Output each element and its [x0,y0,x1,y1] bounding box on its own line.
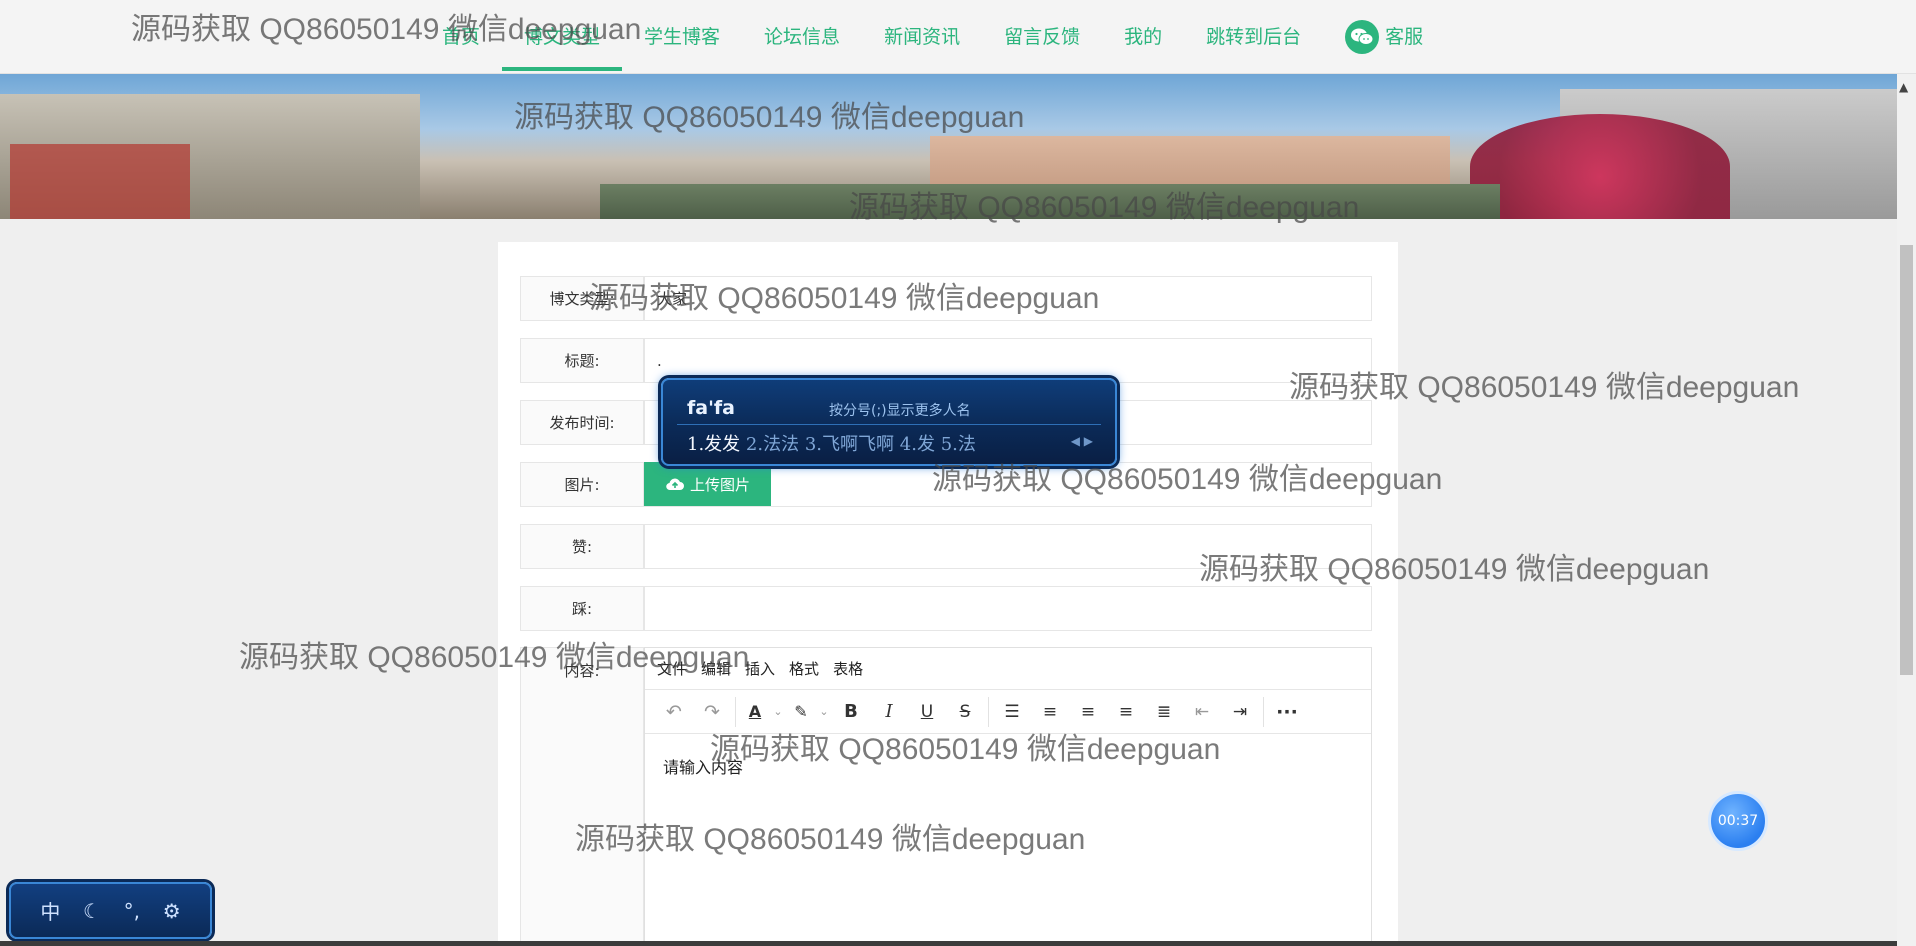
more-icon[interactable]: ··· [1268,690,1306,734]
banner-red-banners [10,144,190,219]
form-row-content: 内容: [520,647,644,946]
ime-candidate-5[interactable]: 5.法 [941,434,976,455]
top-nav: 首页 博文类型 学生博客 论坛信息 新闻资讯 留言反馈 我的 跳转到后台 客服 [0,0,1916,74]
content-editor: 文件 编辑 插入 格式 表格 ↶ ↷ A ⌄ ✎ ⌄ B I U S ☰ ≡ ≡… [644,647,1372,946]
form-row-title: 标题: . [520,338,1372,383]
form-row-dislike: 踩: [520,586,1372,631]
wechat-icon [1345,20,1380,54]
align-right-icon[interactable]: ≡ [1107,690,1145,734]
menu-format[interactable]: 格式 [789,658,819,679]
nav-service-label: 客服 [1385,26,1424,48]
nav-item-student-blog[interactable]: 学生博客 [622,0,742,74]
chevron-down-icon[interactable]: ⌄ [816,690,832,734]
dislike-input[interactable] [644,586,1372,631]
banner-red-tree [1470,114,1730,219]
menu-table[interactable]: 表格 [833,658,863,679]
ime-status-bar: 中 ☾ °, ⚙ [9,882,212,939]
type-label: 博文类型: [520,276,644,321]
content-label: 内容: [520,647,644,946]
editor-menubar: 文件 编辑 插入 格式 表格 [645,648,1371,690]
nav-item-home[interactable]: 首页 [420,0,502,74]
align-justify-icon[interactable]: ≣ [1145,690,1183,734]
strikethrough-icon[interactable]: S [946,690,984,734]
editor-toolbar: ↶ ↷ A ⌄ ✎ ⌄ B I U S ☰ ≡ ≡ ≡ ≣ ⇤ ⇥ ··· [645,690,1371,734]
like-input[interactable] [644,524,1372,569]
nav-item-feedback[interactable]: 留言反馈 [982,0,1102,74]
like-label: 赞: [520,524,644,569]
underline-icon[interactable]: U [908,690,946,734]
time-label: 发布时间: [520,400,644,445]
campus-banner [0,74,1897,219]
scroll-up-arrow-icon[interactable]: ▲ [1899,80,1908,94]
blog-form: 博文类型: 大家 标题: . 发布时间: 图片: 上传图片 赞: 踩: 内容: … [498,242,1398,946]
align-left-icon[interactable]: ≡ [1031,690,1069,734]
ime-candidate-1[interactable]: 1.发发 [687,434,740,455]
menu-file[interactable]: 文件 [657,658,687,679]
ime-hint: 按分号(;)显示更多人名 [829,403,971,419]
nav-item-blog-type[interactable]: 博文类型 [502,0,623,74]
form-row-type: 博文类型: 大家 [520,276,1372,321]
nav-item-news[interactable]: 新闻资讯 [862,0,982,74]
ime-candidate-list: 1.发发 2.法法 3.飞啊飞啊 4.发 5.法 [687,430,976,456]
dislike-label: 踩: [520,586,644,631]
nav-menu: 首页 博文类型 学生博客 论坛信息 新闻资讯 留言反馈 我的 跳转到后台 客服 [420,0,1445,74]
undo-icon[interactable]: ↶ [655,690,693,734]
banner-trees [600,184,1500,219]
scrollbar-thumb[interactable] [1900,245,1913,675]
ime-divider [677,424,1101,425]
chevron-down-icon[interactable]: ⌄ [770,690,786,734]
upload-image-label: 上传图片 [689,475,750,494]
text-color-icon[interactable]: A [740,690,770,734]
editor-content-area[interactable]: 请输入内容 [645,734,1371,798]
gear-icon[interactable]: ⚙ [163,899,181,923]
italic-icon[interactable]: I [870,690,908,734]
ime-lang-toggle[interactable]: 中 [40,896,60,925]
title-label: 标题: [520,338,644,383]
nav-item-mine[interactable]: 我的 [1102,0,1184,74]
toolbar-divider [988,696,989,727]
ime-candidate-2[interactable]: 2.法法 [746,434,799,455]
type-select[interactable]: 大家 [644,276,1372,321]
ime-composition-text: fa'fa [687,397,735,419]
form-row-image: 图片: 上传图片 [520,462,1372,507]
upload-image-button[interactable]: 上传图片 [644,462,771,506]
align-center-icon[interactable]: ≡ [1069,690,1107,734]
indent-icon[interactable]: ⇥ [1221,690,1259,734]
ime-candidate-popup: fa'fa 按分号(;)显示更多人名 1.发发 2.法法 3.飞啊飞啊 4.发 … [661,378,1117,466]
moon-icon[interactable]: ☾ [83,899,101,923]
cloud-upload-icon [666,478,684,491]
highlight-color-icon[interactable]: ✎ [786,690,816,734]
editor-placeholder: 请输入内容 [663,758,744,777]
toolbar-divider [735,696,736,727]
nav-item-forum[interactable]: 论坛信息 [742,0,862,74]
form-row-like: 赞: [520,524,1372,569]
outdent-icon[interactable]: ⇤ [1183,690,1221,734]
ime-page-arrows-icon[interactable]: ◀ ▶ [1071,434,1093,448]
punctuation-icon[interactable]: °, [124,899,140,923]
toolbar-divider [1263,696,1264,727]
image-label: 图片: [520,462,644,507]
bold-icon[interactable]: B [832,690,870,734]
nav-item-admin[interactable]: 跳转到后台 [1184,0,1323,74]
nav-item-service[interactable]: 客服 [1323,0,1445,74]
ime-candidate-4[interactable]: 4.发 [900,434,935,455]
redo-icon[interactable]: ↷ [693,690,731,734]
menu-insert[interactable]: 插入 [745,658,775,679]
ime-candidate-3[interactable]: 3.飞啊飞啊 [805,434,894,455]
bottom-edge [0,941,1897,946]
title-input[interactable]: . [644,338,1372,383]
menu-edit[interactable]: 编辑 [701,658,731,679]
line-height-icon[interactable]: ☰ [993,690,1031,734]
timer-badge[interactable]: 00:37 [1708,791,1768,851]
